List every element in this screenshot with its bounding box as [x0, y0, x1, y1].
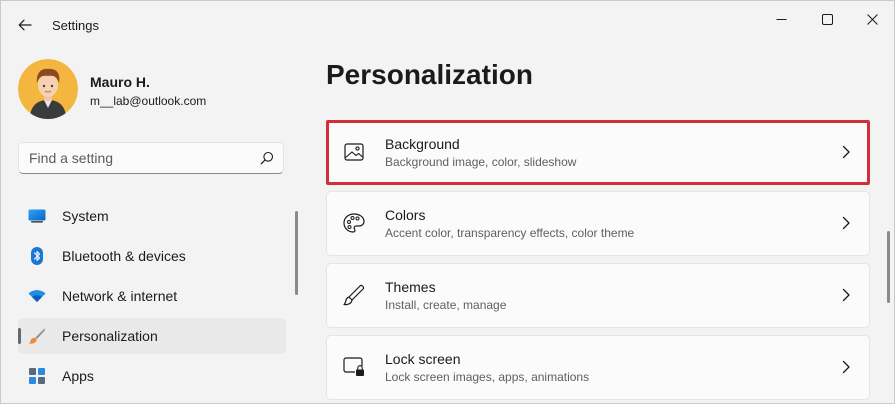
sidebar-item-label: Apps: [62, 368, 94, 384]
sidebar-item-network[interactable]: Network & internet: [18, 278, 286, 314]
card-title: Background: [385, 136, 460, 152]
sidebar-scrollbar[interactable]: [295, 211, 298, 295]
card-subtitle: Background image, color, slideshow: [385, 155, 577, 169]
sidebar-item-label: Bluetooth & devices: [62, 248, 186, 264]
colors-card[interactable]: Colors Accent color, transparency effect…: [326, 191, 870, 256]
avatar[interactable]: [18, 59, 78, 119]
wifi-icon: [28, 287, 46, 305]
user-email: m__lab@outlook.com: [90, 94, 207, 108]
brush-icon: [28, 327, 46, 345]
maximize-icon: [821, 13, 833, 25]
background-card[interactable]: Background Background image, color, slid…: [326, 120, 870, 185]
sidebar-item-bluetooth[interactable]: Bluetooth & devices: [18, 238, 286, 274]
image-icon: [343, 141, 365, 163]
chevron-right-icon: [842, 360, 850, 374]
page-title: Personalization: [326, 59, 533, 90]
chevron-right-icon: [842, 216, 850, 230]
sidebar-item-label: Network & internet: [62, 288, 178, 304]
main-scrollbar[interactable]: [887, 231, 890, 303]
search-input[interactable]: [29, 149, 249, 167]
search-icon[interactable]: [260, 151, 274, 165]
card-title: Colors: [385, 207, 426, 223]
close-icon: [866, 13, 878, 25]
close-button[interactable]: [849, 3, 894, 35]
pen-icon: [343, 284, 365, 306]
apps-icon: [28, 367, 46, 385]
chevron-right-icon: [842, 288, 850, 302]
bluetooth-icon: [28, 247, 46, 265]
title-bar: Settings: [1, 1, 894, 45]
sidebar-item-personalization[interactable]: Personalization: [18, 318, 286, 354]
back-button[interactable]: [9, 11, 41, 39]
card-subtitle: Lock screen images, apps, animations: [385, 370, 590, 384]
sidebar-item-apps[interactable]: Apps: [18, 358, 286, 394]
card-title: Themes: [385, 279, 436, 295]
card-subtitle: Install, create, manage: [385, 298, 507, 312]
lock-screen-card[interactable]: Lock screen Lock screen images, apps, an…: [326, 335, 870, 400]
app-title: Settings: [52, 18, 99, 33]
themes-card[interactable]: Themes Install, create, manage: [326, 263, 870, 328]
minimize-icon: [776, 18, 786, 20]
card-subtitle: Accent color, transparency effects, colo…: [385, 226, 635, 240]
sidebar-item-label: System: [62, 208, 109, 224]
chevron-right-icon: [842, 145, 850, 159]
card-title: Lock screen: [385, 351, 461, 367]
settings-window: Settings Mauro H. m__lab@outlook.com Fin…: [0, 0, 895, 404]
sidebar-item-label: Personalization: [62, 328, 158, 344]
selected-indicator: [18, 328, 21, 344]
back-arrow-icon: [18, 19, 32, 31]
user-avatar-icon: [18, 59, 78, 119]
minimize-button[interactable]: [758, 3, 804, 35]
palette-icon: [343, 212, 365, 234]
system-icon: [28, 207, 46, 225]
search-box[interactable]: [18, 142, 284, 174]
lock-screen-icon: [343, 356, 365, 378]
maximize-button[interactable]: [804, 3, 850, 35]
user-name: Mauro H.: [90, 74, 150, 90]
sidebar-item-system[interactable]: System: [18, 198, 286, 234]
